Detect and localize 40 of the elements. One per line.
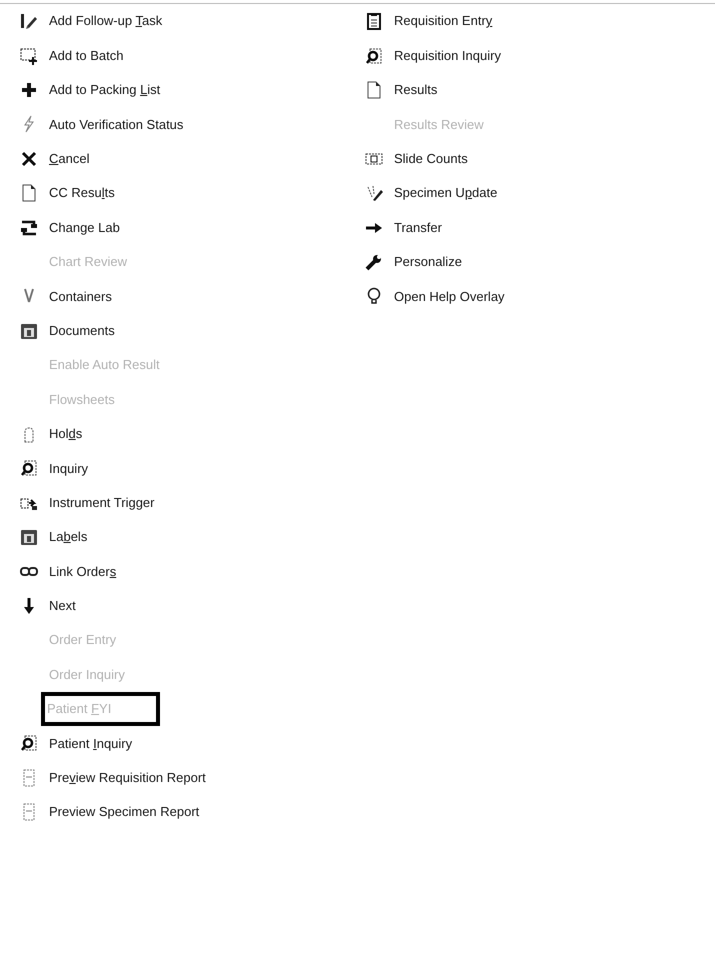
menu-item[interactable]: Cancel [46,147,92,170]
menu-item[interactable]: Requisition Inquiry [391,44,504,68]
menu-item[interactable]: Add to Packing List [46,78,164,102]
menu-item[interactable]: Preview Requisition Report [46,766,209,790]
menu-item[interactable]: Containers [46,284,115,308]
menu-item[interactable]: Auto Verification Status [46,112,186,136]
lightbulb-icon [365,287,383,306]
batch-icon [20,46,38,65]
menu-item[interactable]: Open Help Overlay [391,284,508,308]
search-document-icon [20,734,38,752]
menu-item[interactable]: Personalize [391,250,465,274]
menu-item[interactable]: Labels [46,525,90,549]
menu-item[interactable]: Next [46,594,79,618]
menu-item[interactable]: Patient Inquiry [46,732,136,756]
document-icon [20,184,38,202]
pencil-icon [20,12,38,30]
pencil-icon [365,184,383,202]
menu-item[interactable]: Preview Specimen Report [46,800,202,824]
menu-item[interactable]: Link Orders [46,560,120,584]
clipboard-icon [365,12,383,30]
menu-item[interactable]: Transfer [391,216,445,240]
search-document-icon [365,46,383,65]
plus-icon [20,80,38,99]
menu-item[interactable]: Documents [46,318,118,342]
menu-item[interactable]: Results [391,78,440,102]
document-icon [365,80,383,99]
menu-item[interactable]: Specimen Update [391,181,500,205]
menu-item[interactable]: Add to Batch [46,44,126,68]
menu-item[interactable]: Slide Counts [391,147,471,170]
menu-item[interactable]: Holds [46,422,86,446]
menu-item[interactable]: CC Results [46,181,118,205]
close-icon [20,150,38,168]
menu-item[interactable]: Requisition Entry [391,9,496,33]
menu-item[interactable]: Add Follow-up Task [46,9,166,33]
search-document-icon [20,459,38,478]
menu-item[interactable]: Instrument Trigger [46,490,158,514]
menu-item[interactable]: Change Lab [46,216,123,240]
menu-item[interactable]: Inquiry [46,456,92,480]
swap-icon [20,218,38,237]
wrench-icon [365,252,383,271]
